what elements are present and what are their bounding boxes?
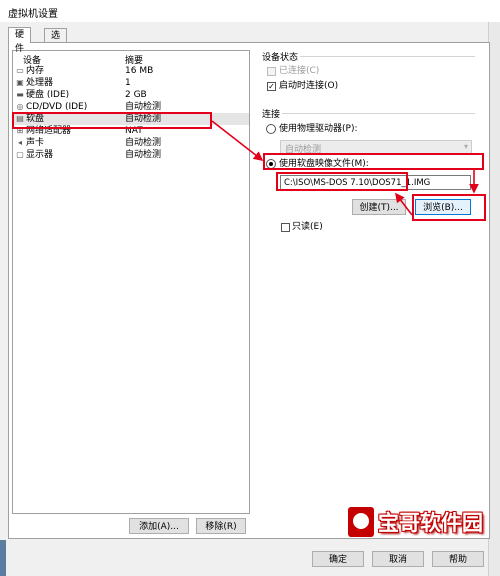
watermark-text: 宝哥软件园 [378, 511, 483, 535]
vm-settings-window: 虚拟机设置 硬件 选项 设备 摘要 ▭ 内存 16 MB ▣ 处理器 1 ▬ 硬… [0, 0, 500, 576]
watermark-logo-icon [348, 507, 374, 537]
arrow-to-image-option [211, 120, 264, 161]
tab-hardware[interactable]: 硬件 [8, 27, 32, 54]
annotation-arrows [211, 120, 479, 216]
arrow-to-path [395, 192, 413, 216]
site-watermark: 宝哥软件园 [348, 503, 488, 543]
